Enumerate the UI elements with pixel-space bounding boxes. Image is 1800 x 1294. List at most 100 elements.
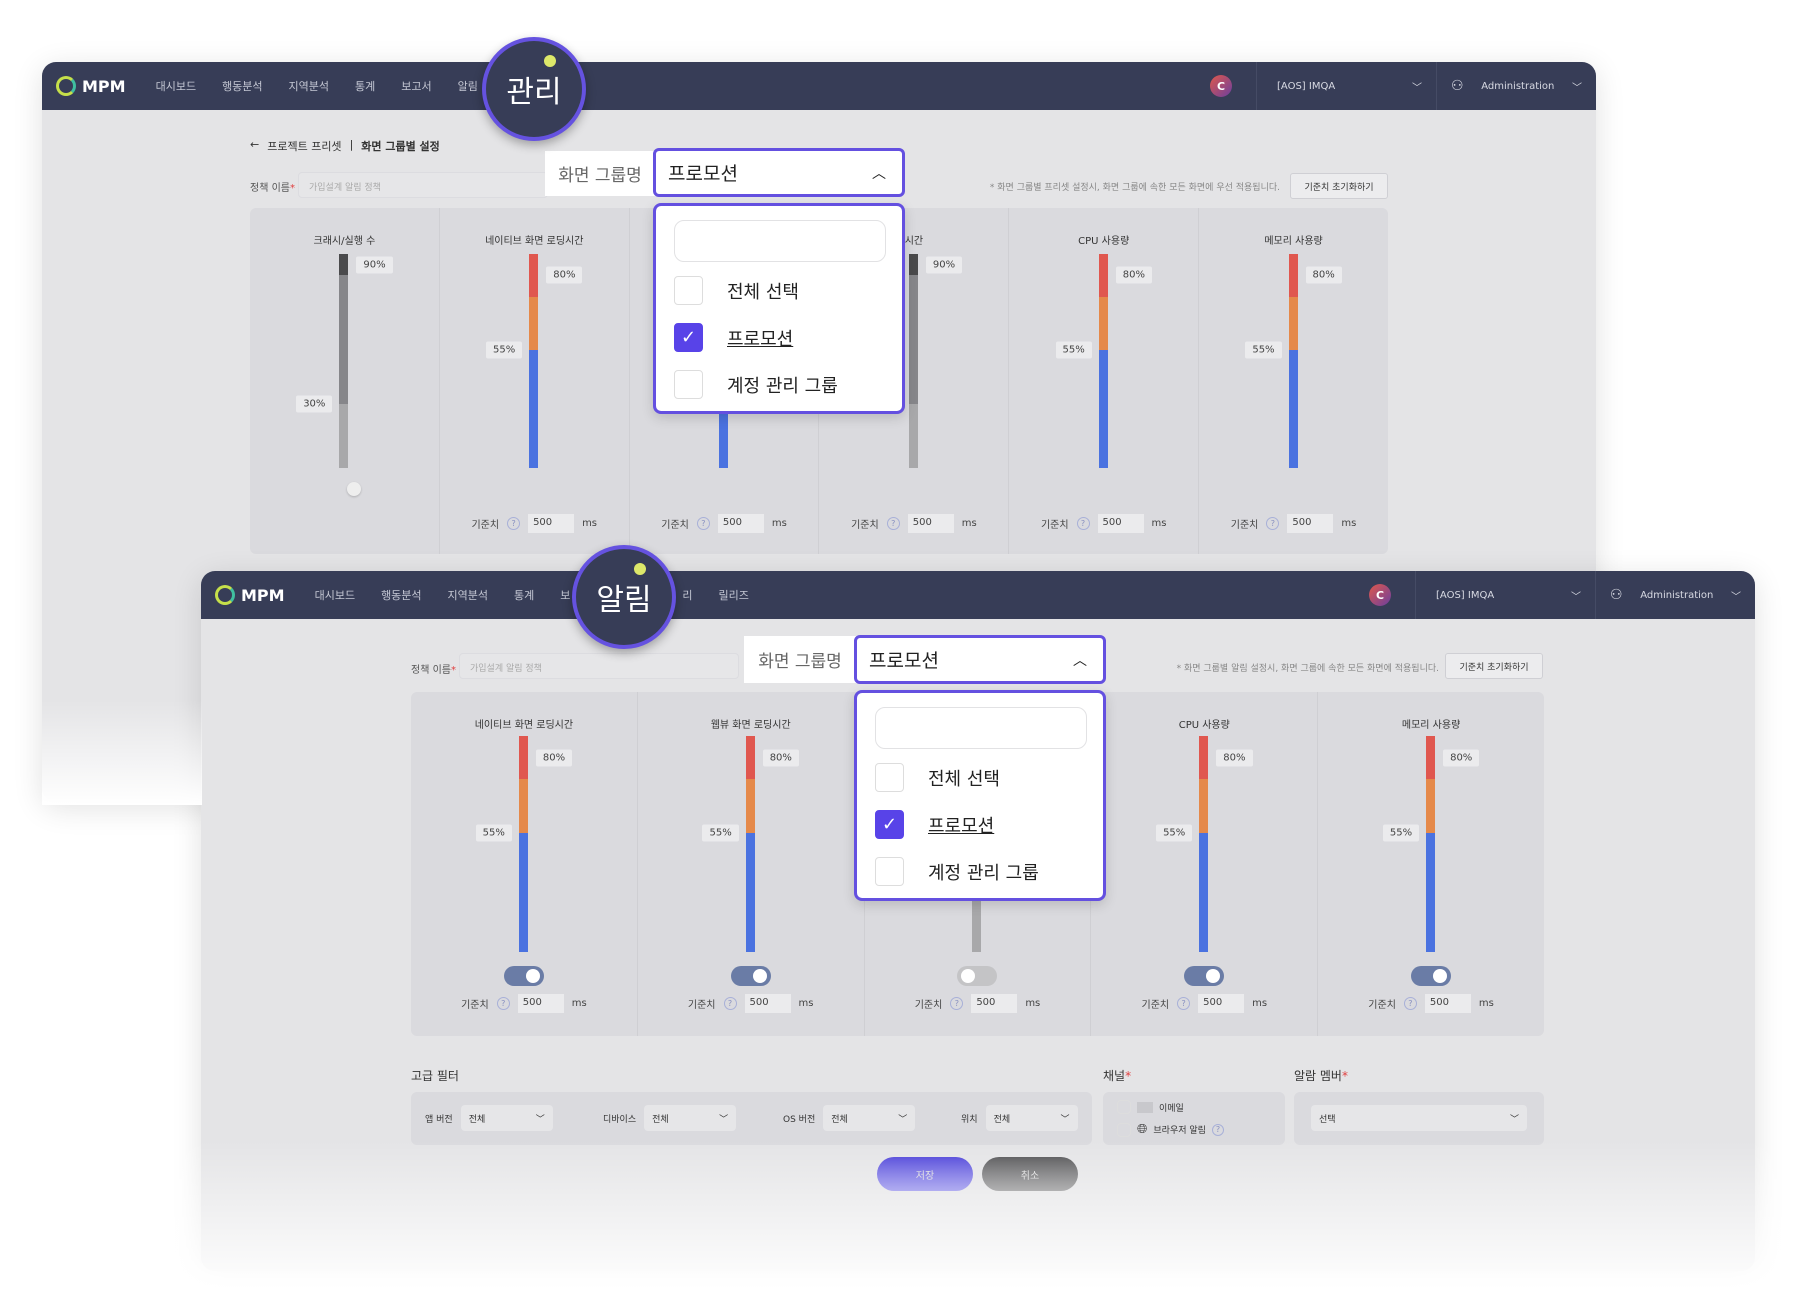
- policy-name-input[interactable]: 가입설계 알림 정책: [459, 653, 739, 679]
- device-select[interactable]: 전체 ﹀: [644, 1105, 737, 1131]
- browser-checkbox[interactable]: [1117, 1122, 1131, 1137]
- dropdown-option[interactable]: 계정 관리 그룹: [875, 857, 1039, 886]
- dropdown-option[interactable]: 전체 선택: [674, 276, 799, 305]
- option-checkbox[interactable]: ✓: [875, 810, 904, 839]
- threshold-low-label[interactable]: 55%: [702, 824, 739, 842]
- back-arrow-icon[interactable]: ←: [250, 138, 259, 154]
- threshold-high-label[interactable]: 80%: [1305, 266, 1342, 284]
- threshold-bar[interactable]: [908, 254, 918, 468]
- threshold-low-label[interactable]: 55%: [475, 824, 512, 842]
- threshold-low-label[interactable]: 55%: [1245, 341, 1282, 359]
- baseline-input[interactable]: 500: [517, 994, 564, 1013]
- project-select[interactable]: [AOS] IMQA ﹀: [1256, 62, 1436, 110]
- threshold-high-label[interactable]: 80%: [762, 749, 799, 767]
- os-version-select[interactable]: 전체 ﹀: [823, 1105, 916, 1131]
- nav-stats[interactable]: 통계: [514, 587, 534, 603]
- baseline-input[interactable]: 500: [971, 994, 1018, 1013]
- threshold-bar[interactable]: [745, 736, 755, 952]
- enable-toggle[interactable]: [503, 966, 544, 986]
- dropdown-search-input[interactable]: [674, 220, 886, 262]
- nav-report[interactable]: 보고서: [401, 78, 431, 94]
- threshold-bar[interactable]: [1288, 254, 1298, 468]
- nav-region[interactable]: 지역분석: [289, 78, 329, 94]
- cancel-button[interactable]: 취소: [982, 1157, 1078, 1191]
- option-checkbox[interactable]: [875, 763, 904, 792]
- help-icon[interactable]: ?: [886, 517, 900, 530]
- help-icon[interactable]: ?: [496, 997, 510, 1010]
- avatar[interactable]: C: [1369, 584, 1391, 606]
- help-icon[interactable]: ?: [1211, 1123, 1224, 1136]
- location-select[interactable]: 전체 ﹀: [985, 1105, 1078, 1131]
- group-name-select[interactable]: 프로모션 ︿: [653, 148, 905, 197]
- threshold-low-label[interactable]: 55%: [486, 341, 523, 359]
- enable-toggle[interactable]: [730, 966, 771, 986]
- dropdown-option[interactable]: 전체 선택: [875, 763, 1000, 792]
- breadcrumb-parent[interactable]: 프로젝트 프리셋: [267, 138, 341, 154]
- nav-behavior[interactable]: 행동분석: [222, 78, 262, 94]
- group-name-select[interactable]: 프로모션 ︿: [854, 635, 1106, 684]
- nav-region[interactable]: 지역분석: [448, 587, 488, 603]
- threshold-high-label[interactable]: 80%: [1115, 266, 1152, 284]
- threshold-low-label[interactable]: 55%: [1382, 824, 1420, 842]
- enable-toggle[interactable]: [1184, 966, 1225, 986]
- threshold-bar[interactable]: [339, 254, 349, 468]
- app-version-select[interactable]: 전체 ﹀: [460, 1105, 553, 1131]
- dropdown-option[interactable]: ✓ 프로모션: [875, 810, 994, 839]
- baseline-input[interactable]: 500: [1097, 514, 1144, 533]
- baseline-input[interactable]: 500: [528, 514, 575, 533]
- alarm-member-select[interactable]: 선택 ﹀: [1311, 1105, 1527, 1131]
- avatar[interactable]: C: [1210, 75, 1232, 97]
- option-checkbox[interactable]: [674, 370, 703, 399]
- baseline-input[interactable]: 500: [717, 514, 764, 533]
- help-icon[interactable]: ?: [1266, 517, 1280, 530]
- threshold-bar[interactable]: [1098, 254, 1108, 468]
- nav-partial[interactable]: 리: [682, 587, 692, 603]
- threshold-high-label[interactable]: 90%: [925, 256, 963, 274]
- save-button[interactable]: 저장: [877, 1157, 973, 1191]
- threshold-low-label[interactable]: 30%: [296, 395, 333, 413]
- threshold-high-label[interactable]: 80%: [535, 749, 573, 767]
- user-menu[interactable]: ⚇ Administration ﹀: [1436, 62, 1596, 110]
- reset-threshold-button[interactable]: 기준치 초기화하기: [1445, 653, 1543, 679]
- email-checkbox[interactable]: [1117, 1100, 1131, 1114]
- logo[interactable]: MPM: [215, 585, 285, 605]
- help-icon[interactable]: ?: [507, 517, 521, 530]
- dropdown-option[interactable]: ✓ 프로모션: [674, 323, 793, 352]
- help-icon[interactable]: ?: [723, 997, 737, 1010]
- nav-report[interactable]: 보: [560, 587, 570, 603]
- threshold-low-label[interactable]: 55%: [1055, 341, 1092, 359]
- help-icon[interactable]: ?: [1076, 517, 1090, 530]
- help-icon[interactable]: ?: [696, 517, 710, 530]
- threshold-high-label[interactable]: 80%: [546, 266, 583, 284]
- channel-email[interactable]: 이메일: [1117, 1100, 1184, 1114]
- threshold-high-label[interactable]: 80%: [1216, 749, 1253, 767]
- baseline-input[interactable]: 500: [907, 514, 954, 533]
- option-checkbox[interactable]: ✓: [674, 323, 703, 352]
- baseline-input[interactable]: 500: [1287, 514, 1334, 533]
- user-menu[interactable]: ⚇ Administration ﹀: [1595, 571, 1755, 619]
- threshold-high-label[interactable]: 80%: [1443, 749, 1480, 767]
- help-icon[interactable]: ?: [1177, 997, 1191, 1010]
- option-checkbox[interactable]: [674, 276, 703, 305]
- help-icon[interactable]: ?: [950, 997, 964, 1010]
- threshold-bar[interactable]: [1199, 736, 1209, 952]
- threshold-bar[interactable]: [518, 736, 528, 952]
- enable-toggle[interactable]: [957, 966, 998, 986]
- threshold-bar[interactable]: [1426, 736, 1436, 952]
- baseline-input[interactable]: 500: [1424, 994, 1471, 1013]
- nav-behavior[interactable]: 행동분석: [381, 587, 421, 603]
- baseline-input[interactable]: 500: [1198, 994, 1245, 1013]
- nav-release[interactable]: 릴리즈: [719, 587, 749, 603]
- slider-handle[interactable]: [347, 482, 362, 496]
- baseline-input[interactable]: 500: [744, 994, 791, 1013]
- nav-dashboard[interactable]: 대시보드: [156, 78, 196, 94]
- option-checkbox[interactable]: [875, 857, 904, 886]
- nav-stats[interactable]: 통계: [355, 78, 375, 94]
- project-select[interactable]: [AOS] IMQA ﹀: [1415, 571, 1595, 619]
- threshold-bar[interactable]: [529, 254, 539, 468]
- policy-name-input[interactable]: 가입설계 알림 정책: [298, 172, 548, 198]
- help-icon[interactable]: ?: [1403, 997, 1417, 1010]
- nav-dashboard[interactable]: 대시보드: [315, 587, 355, 603]
- nav-alert[interactable]: 알림: [458, 78, 478, 94]
- dropdown-option[interactable]: 계정 관리 그룹: [674, 370, 838, 399]
